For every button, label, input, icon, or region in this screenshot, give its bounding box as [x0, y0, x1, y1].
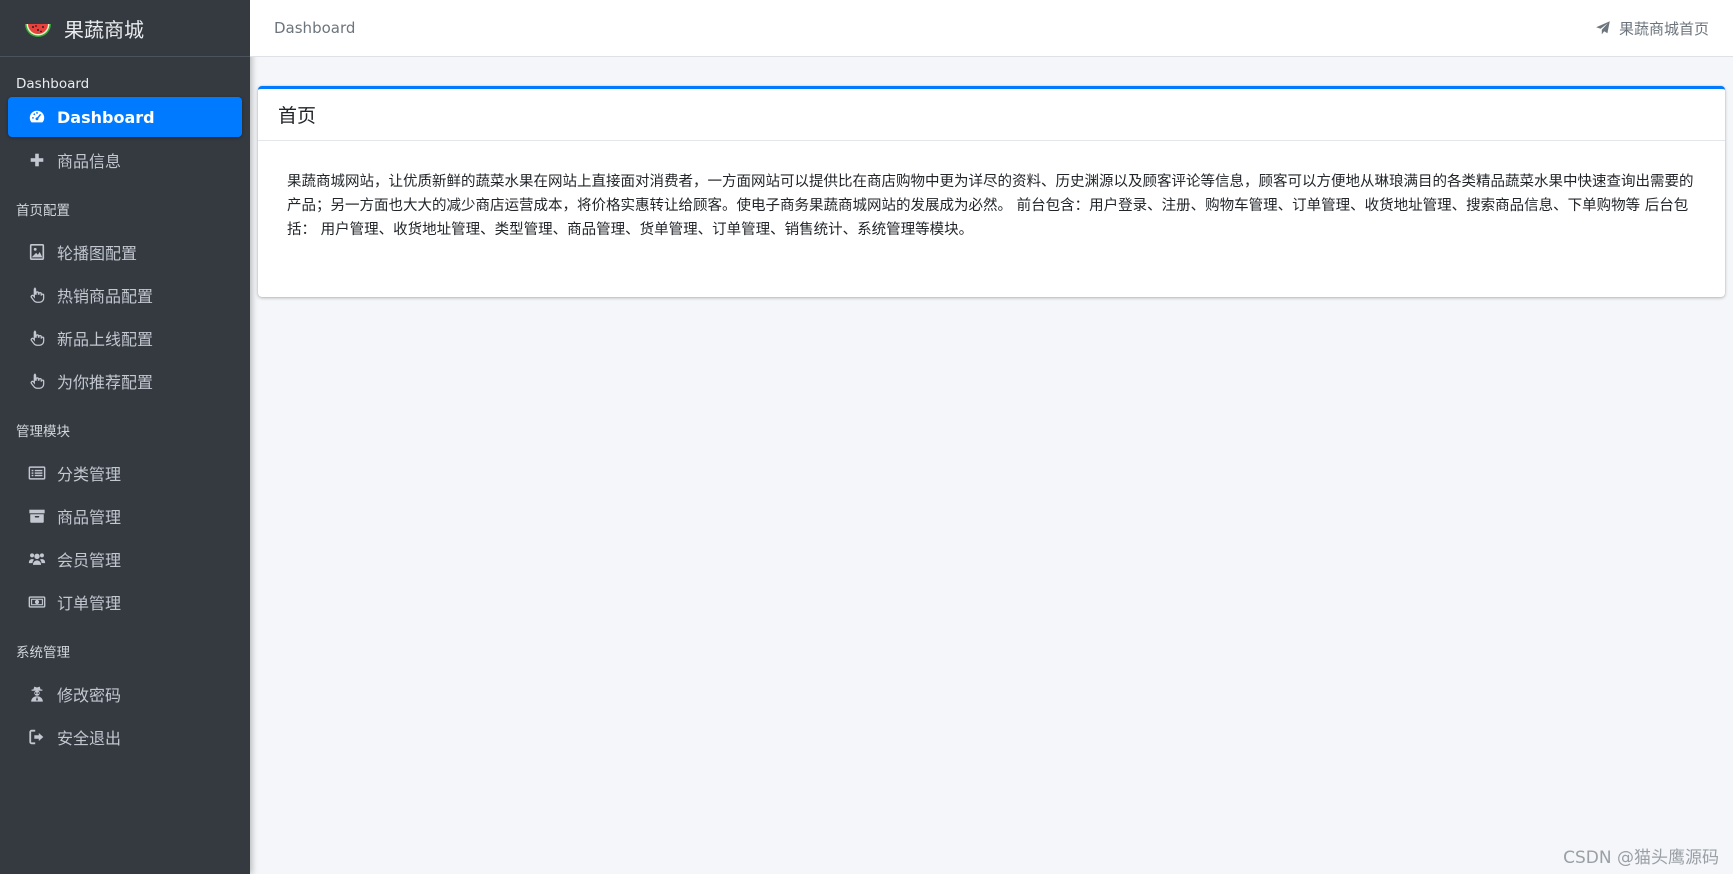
- sidebar-item-new-products-config[interactable]: 新品上线配置: [8, 318, 242, 358]
- sidebar-item-label: 商品信息: [57, 152, 122, 171]
- sidebar-item-carousel-config[interactable]: 轮播图配置: [8, 232, 242, 272]
- plus-icon: [26, 151, 48, 169]
- sidebar-item-label: 轮播图配置: [57, 244, 138, 263]
- sidebar-item-member-management[interactable]: 会员管理: [8, 539, 242, 579]
- sidebar-item-product-management[interactable]: 商品管理: [8, 496, 242, 536]
- sidebar-item-label: 热销商品配置: [57, 287, 154, 306]
- hand-pointer-icon: [26, 372, 48, 390]
- sidebar-item-label: 为你推荐配置: [57, 373, 154, 392]
- sign-out-icon: [26, 728, 48, 746]
- sidebar: 果蔬商城 Dashboard Dashboard 商品信息 首页配置 轮播图配置…: [0, 0, 250, 874]
- sidebar-item-hot-products-config[interactable]: 热销商品配置: [8, 275, 242, 315]
- sidebar-item-label: 会员管理: [57, 551, 122, 570]
- image-icon: [26, 243, 48, 261]
- nav-header-system: 系统管理: [16, 645, 70, 661]
- card-description: 果蔬商城网站，让优质新鲜的蔬菜水果在网站上直接面对消费者，一方面网站可以提供比在…: [287, 174, 1694, 238]
- sidebar-item-recommend-config[interactable]: 为你推荐配置: [8, 361, 242, 401]
- watermelon-icon: [25, 24, 51, 37]
- sidebar-item-label: 安全退出: [57, 729, 122, 748]
- nav-header-management: 管理模块: [16, 424, 70, 440]
- card-title: 首页: [258, 89, 1725, 141]
- hand-pointer-icon: [26, 329, 48, 347]
- home-card: 首页 果蔬商城网站，让优质新鲜的蔬菜水果在网站上直接面对消费者，一方面网站可以提…: [258, 86, 1725, 297]
- sidebar-item-label: 商品管理: [57, 508, 122, 527]
- brand-name: 果蔬商城: [64, 17, 144, 42]
- sidebar-item-label: 分类管理: [57, 465, 122, 484]
- store-home-label: 果蔬商城首页: [1618, 19, 1709, 38]
- breadcrumb[interactable]: Dashboard: [274, 19, 355, 37]
- sidebar-item-product-info[interactable]: 商品信息: [8, 140, 242, 180]
- sidebar-item-logout[interactable]: 安全退出: [8, 717, 242, 757]
- top-navbar: Dashboard 果蔬商城首页: [250, 0, 1733, 57]
- dashboard-gauge-icon: [26, 108, 48, 126]
- store-home-link[interactable]: 果蔬商城首页: [1595, 18, 1709, 39]
- sidebar-item-change-password[interactable]: 修改密码: [8, 674, 242, 714]
- sidebar-item-label: 新品上线配置: [57, 330, 154, 349]
- archive-icon: [26, 507, 48, 525]
- sidebar-item-label: 修改密码: [57, 686, 122, 705]
- list-alt-icon: [26, 464, 48, 482]
- sidebar-item-label: Dashboard: [57, 107, 155, 127]
- sidebar-item-label: 订单管理: [57, 594, 122, 613]
- nav-header-dashboard: Dashboard: [16, 76, 90, 92]
- paper-plane-icon: [1596, 21, 1610, 35]
- sidebar-item-dashboard[interactable]: Dashboard: [8, 97, 242, 137]
- users-icon: [26, 550, 48, 568]
- sidebar-item-order-management[interactable]: 订单管理: [8, 582, 242, 622]
- nav-header-home-config: 首页配置: [16, 203, 70, 219]
- money-bill-icon: [26, 593, 48, 611]
- hand-pointer-icon: [26, 286, 48, 304]
- brand-link[interactable]: 果蔬商城: [0, 0, 250, 57]
- watermark: CSDN @猫头鹰源码: [1563, 848, 1719, 868]
- sidebar-item-category-management[interactable]: 分类管理: [8, 453, 242, 493]
- user-secret-icon: [26, 685, 48, 703]
